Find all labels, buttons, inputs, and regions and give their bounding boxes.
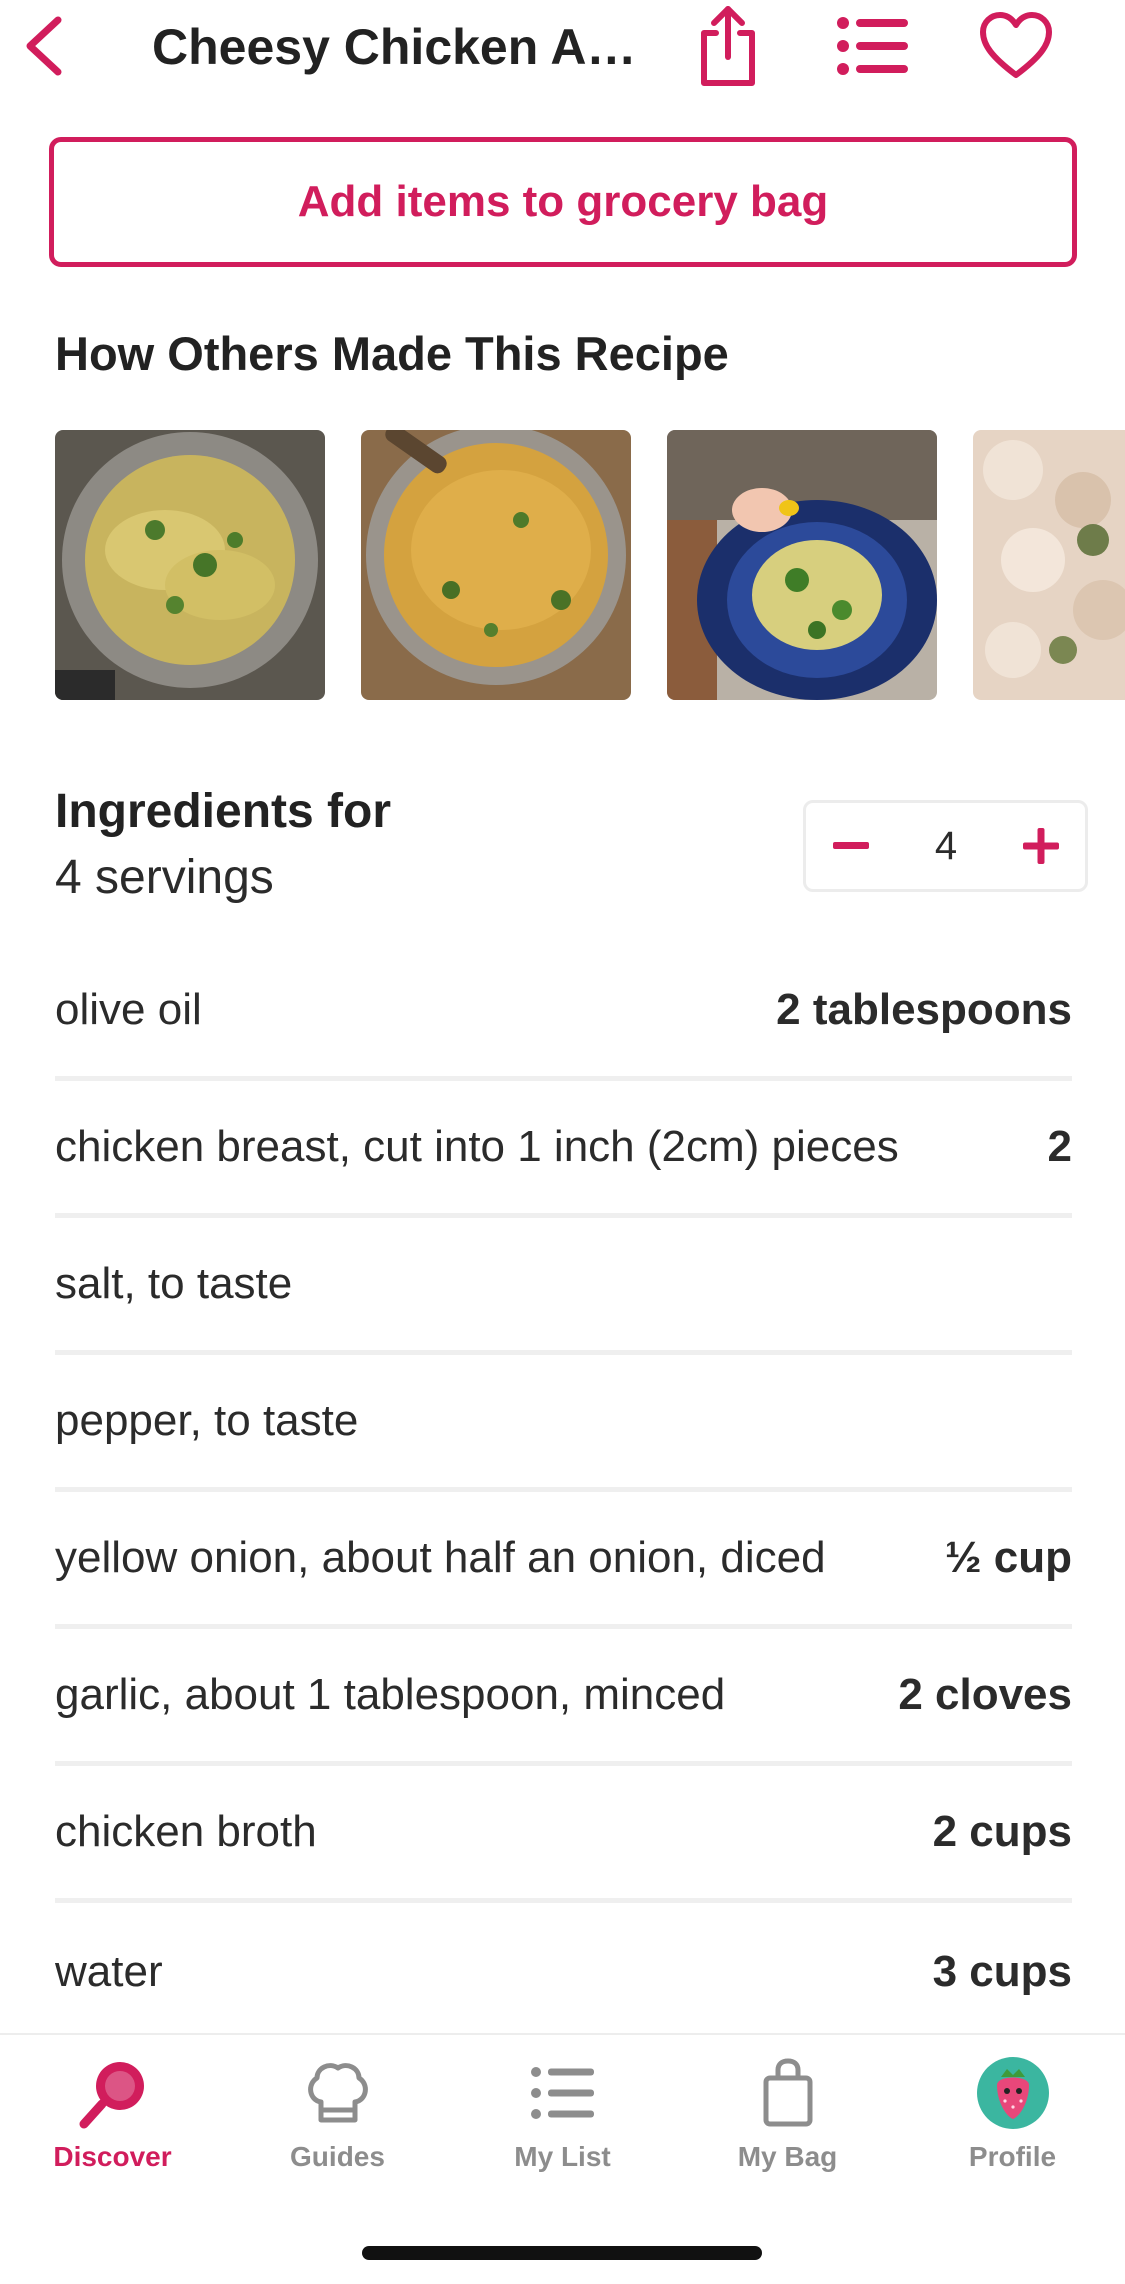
ingredient-row: salt, to taste xyxy=(55,1218,1072,1355)
ingredient-name: chicken broth xyxy=(55,1807,317,1856)
user-photo[interactable] xyxy=(973,430,1125,700)
tab-label: Guides xyxy=(290,2141,385,2172)
ingredient-list: olive oil 2 tablespoons chicken breast, … xyxy=(55,944,1072,2040)
page-title: Cheesy Chicken A… xyxy=(152,19,637,75)
ingredient-quantity: 2 cups xyxy=(932,1807,1072,1856)
user-photo[interactable] xyxy=(667,430,937,700)
tab-profile[interactable]: Profile xyxy=(900,2055,1125,2205)
ingredient-name: yellow onion, about half an onion, diced xyxy=(55,1533,826,1582)
ingredient-row: chicken breast, cut into 1 inch (2cm) pi… xyxy=(55,1081,1072,1218)
heart-icon xyxy=(980,12,1052,78)
grocery-button-label: Add items to grocery bag xyxy=(297,177,829,226)
ingredients-title: Ingredients for xyxy=(55,785,392,838)
decrease-servings-button[interactable] xyxy=(806,803,896,889)
user-photo[interactable] xyxy=(55,430,325,700)
favorite-button[interactable] xyxy=(974,4,1058,88)
ingredient-row: garlic, about 1 tablespoon, minced 2 clo… xyxy=(55,1629,1072,1766)
tab-my-list[interactable]: My List xyxy=(450,2055,675,2205)
ingredient-name: olive oil xyxy=(55,985,202,1034)
ingredient-row: pepper, to taste xyxy=(55,1355,1072,1492)
ingredient-quantity: 2 cloves xyxy=(898,1670,1072,1719)
back-button[interactable] xyxy=(14,8,74,84)
tab-label: Profile xyxy=(968,2141,1057,2172)
minus-icon xyxy=(833,842,869,849)
search-icon xyxy=(79,2062,144,2129)
tab-my-bag[interactable]: My Bag xyxy=(675,2055,900,2205)
recipe-list-button[interactable] xyxy=(830,6,916,86)
increase-servings-button[interactable] xyxy=(996,803,1086,889)
share-button[interactable] xyxy=(690,0,766,92)
add-to-grocery-bag-button[interactable]: Add items to grocery bag xyxy=(49,137,1077,267)
tab-guides[interactable]: Guides xyxy=(225,2055,450,2205)
top-nav-bar: Cheesy Chicken A… xyxy=(0,0,1125,100)
list-icon xyxy=(530,2067,594,2119)
tab-label: Discover xyxy=(53,2141,172,2172)
avatar-icon xyxy=(976,2057,1049,2129)
others-section-title: How Others Made This Recipe xyxy=(55,327,729,380)
ingredient-name: chicken breast, cut into 1 inch (2cm) pi… xyxy=(55,1122,899,1171)
servings-stepper: 4 xyxy=(803,800,1088,892)
tab-label: My Bag xyxy=(737,2141,838,2172)
tab-label: My List xyxy=(514,2141,611,2172)
ingredient-name: garlic, about 1 tablespoon, minced xyxy=(55,1670,726,1719)
ingredient-row: chicken broth 2 cups xyxy=(55,1766,1072,1903)
home-indicator[interactable] xyxy=(362,2246,762,2260)
ingredient-row: olive oil 2 tablespoons xyxy=(55,944,1072,1081)
ingredient-name: water xyxy=(55,1946,163,1996)
plus-icon xyxy=(1023,828,1059,864)
servings-text: 4 servings xyxy=(55,851,274,904)
ingredient-name: pepper, to taste xyxy=(55,1396,359,1445)
ingredient-row: water 3 cups xyxy=(55,1903,1072,2040)
servings-value: 4 xyxy=(934,824,958,868)
chef-hat-icon xyxy=(307,2063,368,2123)
share-icon xyxy=(701,6,755,86)
user-photo[interactable] xyxy=(361,430,631,700)
ingredient-quantity: ½ cup xyxy=(944,1533,1072,1582)
user-photos-carousel[interactable] xyxy=(55,430,1125,700)
list-icon xyxy=(837,17,908,75)
ingredient-quantity: 2 xyxy=(1047,1122,1072,1171)
shopping-bag-icon xyxy=(763,2058,812,2127)
ingredient-quantity: 2 tablespoons xyxy=(776,985,1072,1034)
ingredient-row: yellow onion, about half an onion, diced… xyxy=(55,1492,1072,1629)
tab-discover[interactable]: Discover xyxy=(0,2055,225,2205)
ingredient-quantity: 3 cups xyxy=(932,1946,1072,1996)
ingredient-name: salt, to taste xyxy=(55,1259,293,1308)
chevron-left-icon xyxy=(26,16,62,76)
